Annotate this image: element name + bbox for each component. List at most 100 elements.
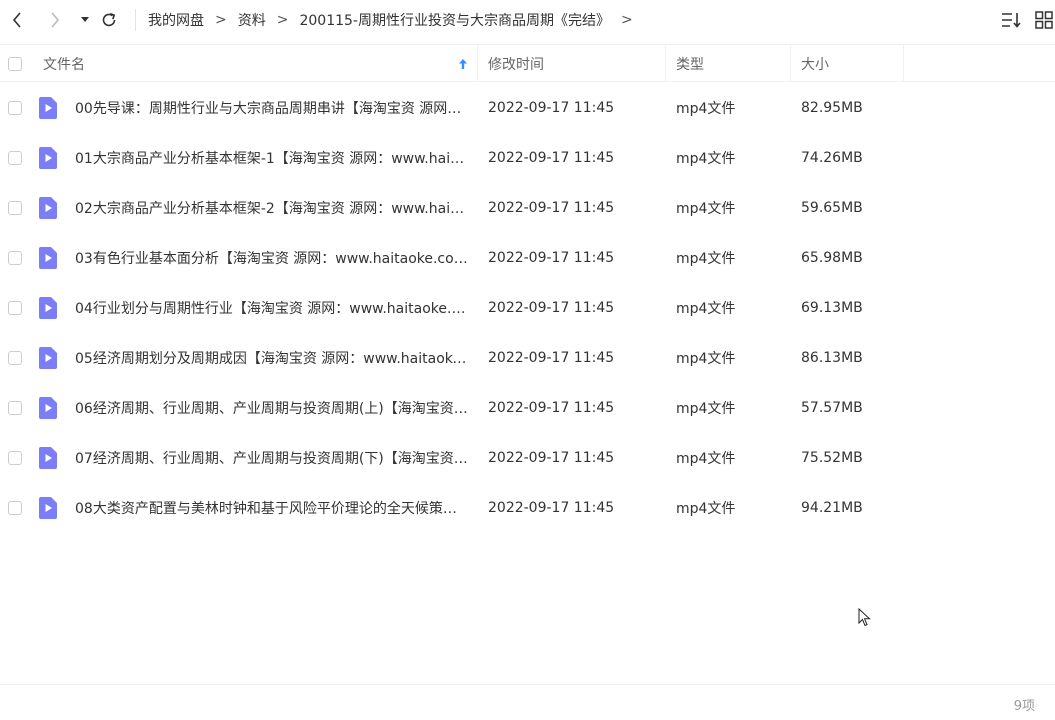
row-checkbox[interactable] <box>8 401 22 415</box>
row-checkbox-cell <box>8 433 22 483</box>
file-modified: 2022-09-17 11:45 <box>488 100 615 116</box>
column-divider[interactable] <box>790 45 791 82</box>
breadcrumb-item-root[interactable]: 我的网盘 <box>148 10 204 30</box>
table-row[interactable]: 00先导课：周期性行业与大宗商品周期串讲【海淘宝资 源网：www.haitaok… <box>0 83 1055 133</box>
file-name[interactable]: 05经济周期划分及周期成因【海淘宝资 源网：www.haitaoke.com】.… <box>75 348 468 368</box>
table-row[interactable]: 05经济周期划分及周期成因【海淘宝资 源网：www.haitaoke.com】.… <box>0 333 1055 383</box>
column-header-modified[interactable]: 修改时间 <box>488 45 544 82</box>
file-name[interactable]: 02大宗商品产业分析基本框架-2【海淘宝资 源网：www.haitaoke.co… <box>75 198 468 218</box>
grid-view-button[interactable] <box>1034 10 1055 30</box>
toolbar-divider <box>135 9 136 31</box>
file-size: 59.65MB <box>801 200 863 216</box>
forward-button[interactable] <box>44 8 66 32</box>
history-dropdown-button[interactable] <box>74 8 96 32</box>
file-type: mp4文件 <box>676 201 736 217</box>
video-file-icon <box>39 383 57 433</box>
table-row[interactable]: 06经济周期、行业周期、产业周期与投资周期(上)【海淘宝资 源网：www.hai… <box>0 383 1055 433</box>
row-checkbox[interactable] <box>8 451 22 465</box>
file-modified: 2022-09-17 11:45 <box>488 500 615 516</box>
row-checkbox-cell <box>8 383 22 433</box>
breadcrumb-separator: > <box>215 12 227 28</box>
breadcrumb-item-folder[interactable]: 资料 <box>238 10 266 30</box>
table-row[interactable]: 01大宗商品产业分析基本框架-1【海淘宝资 源网：www.haitaoke.co… <box>0 133 1055 183</box>
select-all-checkbox[interactable] <box>8 56 22 71</box>
toolbar: 我的网盘 > 资料 > 200115-周期性行业投资与大宗商品周期《完结》 > <box>0 0 1055 40</box>
select-all-cell <box>8 45 22 82</box>
back-button[interactable] <box>6 8 28 32</box>
file-size: 65.98MB <box>801 250 863 266</box>
table-row[interactable]: 08大类资产配置与美林时钟和基于风险平价理论的全天候策略【海淘宝资 源网：www… <box>0 483 1055 533</box>
item-count: 9项 <box>1013 699 1035 714</box>
file-name[interactable]: 00先导课：周期性行业与大宗商品周期串讲【海淘宝资 源网：www.haitaok… <box>75 98 468 118</box>
column-divider[interactable] <box>903 45 904 82</box>
column-header-name[interactable]: 文件名 <box>43 45 477 82</box>
row-checkbox-cell <box>8 333 22 383</box>
row-checkbox-cell <box>8 283 22 333</box>
file-type: mp4文件 <box>676 101 736 117</box>
file-type: mp4文件 <box>676 401 736 417</box>
row-checkbox[interactable] <box>8 351 22 365</box>
refresh-button[interactable] <box>98 8 120 32</box>
file-list-header: 文件名 修改时间 类型 大小 <box>0 44 1055 82</box>
file-size: 57.57MB <box>801 400 863 416</box>
breadcrumb-item-current[interactable]: 200115-周期性行业投资与大宗商品周期《完结》 <box>299 10 610 30</box>
column-header-modified-label: 修改时间 <box>488 56 544 73</box>
file-name-cell: 04行业划分与周期性行业【海淘宝资 源网：www.haitaoke.com】.m… <box>75 283 468 333</box>
file-name-cell: 01大宗商品产业分析基本框架-1【海淘宝资 源网：www.haitaoke.co… <box>75 133 468 183</box>
refresh-icon <box>102 12 116 27</box>
file-name[interactable]: 07经济周期、行业周期、产业周期与投资周期(下)【海淘宝资 源网：www.hai… <box>75 448 468 468</box>
file-name[interactable]: 04行业划分与周期性行业【海淘宝资 源网：www.haitaoke.com】.m… <box>75 298 468 318</box>
column-divider[interactable] <box>665 45 666 82</box>
file-name[interactable]: 08大类资产配置与美林时钟和基于风险平价理论的全天候策略【海淘宝资 源网：www… <box>75 498 468 518</box>
file-name-cell: 06经济周期、行业周期、产业周期与投资周期(上)【海淘宝资 源网：www.hai… <box>75 383 468 433</box>
column-divider[interactable] <box>477 45 478 82</box>
file-name[interactable]: 06经济周期、行业周期、产业周期与投资周期(上)【海淘宝资 源网：www.hai… <box>75 398 468 418</box>
row-checkbox-cell <box>8 483 22 533</box>
file-name-cell: 03有色行业基本面分析【海淘宝资 源网：www.haitaoke.com】.mp… <box>75 233 468 283</box>
table-row[interactable]: 02大宗商品产业分析基本框架-2【海淘宝资 源网：www.haitaoke.co… <box>0 183 1055 233</box>
sort-list-icon <box>1002 13 1021 28</box>
row-checkbox[interactable] <box>8 501 22 515</box>
row-checkbox[interactable] <box>8 301 22 315</box>
file-modified: 2022-09-17 11:45 <box>488 250 615 266</box>
table-row[interactable]: 03有色行业基本面分析【海淘宝资 源网：www.haitaoke.com】.mp… <box>0 233 1055 283</box>
row-checkbox[interactable] <box>8 151 22 165</box>
file-type: mp4文件 <box>676 451 736 467</box>
sort-button[interactable] <box>1000 10 1022 30</box>
row-checkbox[interactable] <box>8 101 22 115</box>
column-header-size-label: 大小 <box>801 56 829 73</box>
mouse-pointer-icon <box>858 608 871 627</box>
row-checkbox[interactable] <box>8 201 22 215</box>
video-file-icon <box>39 433 57 483</box>
table-row[interactable]: 04行业划分与周期性行业【海淘宝资 源网：www.haitaoke.com】.m… <box>0 283 1055 333</box>
file-modified: 2022-09-17 11:45 <box>488 300 615 316</box>
video-file-icon <box>39 483 57 533</box>
breadcrumb-separator: > <box>276 12 289 28</box>
file-size: 86.13MB <box>801 350 863 366</box>
file-name-cell: 08大类资产配置与美林时钟和基于风险平价理论的全天候策略【海淘宝资 源网：www… <box>75 483 468 533</box>
caret-down-icon <box>81 17 89 22</box>
file-type: mp4文件 <box>676 501 736 517</box>
video-file-icon <box>39 283 57 333</box>
column-header-type[interactable]: 类型 <box>676 45 704 82</box>
grid-view-icon <box>1035 11 1053 29</box>
file-name-cell: 00先导课：周期性行业与大宗商品周期串讲【海淘宝资 源网：www.haitaok… <box>75 83 468 133</box>
file-name[interactable]: 01大宗商品产业分析基本框架-1【海淘宝资 源网：www.haitaoke.co… <box>75 148 468 168</box>
chevron-left-icon <box>12 12 21 28</box>
column-header-size[interactable]: 大小 <box>801 45 829 82</box>
row-checkbox[interactable] <box>8 251 22 265</box>
file-size: 94.21MB <box>801 500 863 516</box>
file-type: mp4文件 <box>676 151 736 167</box>
row-checkbox-cell <box>8 183 22 233</box>
chevron-right-icon <box>51 12 60 28</box>
file-name[interactable]: 03有色行业基本面分析【海淘宝资 源网：www.haitaoke.com】.mp… <box>75 248 468 268</box>
file-modified: 2022-09-17 11:45 <box>488 450 615 466</box>
file-modified: 2022-09-17 11:45 <box>488 400 615 416</box>
table-row[interactable]: 07经济周期、行业周期、产业周期与投资周期(下)【海淘宝资 源网：www.hai… <box>0 433 1055 483</box>
file-size: 75.52MB <box>801 450 863 466</box>
file-size: 82.95MB <box>801 100 863 116</box>
file-name-cell: 07经济周期、行业周期、产业周期与投资周期(下)【海淘宝资 源网：www.hai… <box>75 433 468 483</box>
breadcrumb-separator[interactable]: > <box>621 12 633 28</box>
video-file-icon <box>39 183 57 233</box>
file-size: 74.26MB <box>801 150 863 166</box>
